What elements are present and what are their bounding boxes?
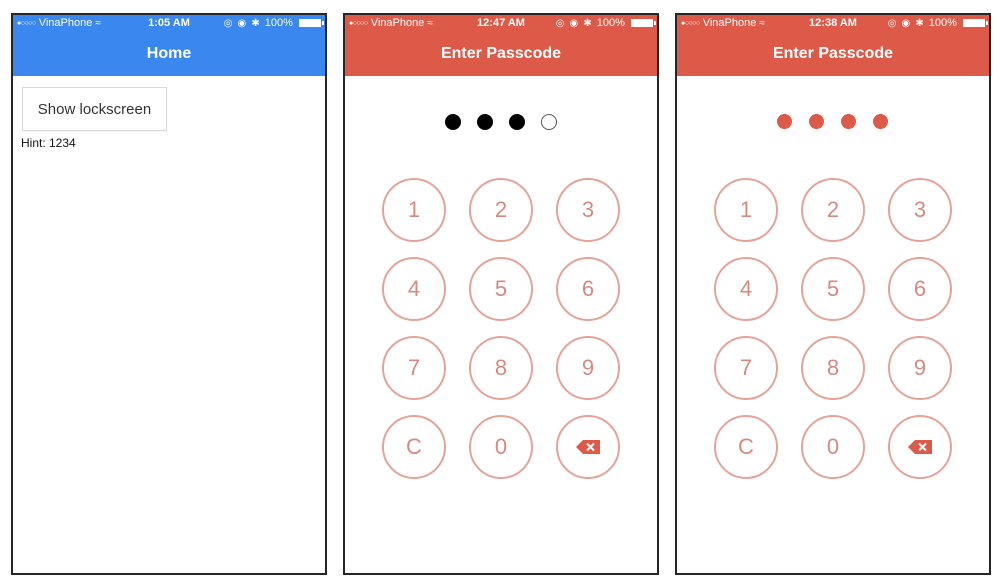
show-lockscreen-button[interactable]: Show lockscreen <box>22 87 167 131</box>
hint-text: Hint: 1234 <box>21 136 76 150</box>
key-0[interactable]: 0 <box>469 415 533 479</box>
key-3[interactable]: 3 <box>556 178 620 242</box>
passcode-dot-filled <box>809 114 824 129</box>
passcode-indicator <box>345 114 657 134</box>
bluetooth-icon: ✱ <box>583 18 592 29</box>
key-9[interactable]: 9 <box>888 336 952 400</box>
key-4[interactable]: 4 <box>382 257 446 321</box>
key-6[interactable]: 6 <box>556 257 620 321</box>
key-1[interactable]: 1 <box>382 178 446 242</box>
bluetooth-icon: ✱ <box>251 18 260 29</box>
clear-key[interactable]: C <box>714 415 778 479</box>
phone-screen-home: ●○○○○ VinaPhone ≈ 1:05 AM ◎ ◉ ✱ 100% Hom… <box>11 13 327 575</box>
key-4[interactable]: 4 <box>714 257 778 321</box>
battery-icon <box>299 19 324 27</box>
phone-screen-passcode-partial: ●○○○○ VinaPhone ≈ 12:47 AM ◎ ◉ ✱ 100% En… <box>343 13 659 575</box>
backspace-key[interactable] <box>556 415 620 479</box>
backspace-icon <box>576 440 600 454</box>
passcode-dot-filled <box>873 114 888 129</box>
passcode-dot-filled <box>477 114 493 130</box>
status-bar: ●○○○○ VinaPhone ≈ 12:47 AM ◎ ◉ ✱ 100% <box>345 15 657 33</box>
key-7[interactable]: 7 <box>382 336 446 400</box>
passcode-dot-filled <box>445 114 461 130</box>
nav-title: Home <box>146 45 192 62</box>
key-8[interactable]: 8 <box>801 336 865 400</box>
key-0[interactable]: 0 <box>801 415 865 479</box>
location-icon: ◎ <box>223 18 233 29</box>
bluetooth-icon: ✱ <box>915 18 924 29</box>
key-8[interactable]: 8 <box>469 336 533 400</box>
backspace-key[interactable] <box>888 415 952 479</box>
key-2[interactable]: 2 <box>801 178 865 242</box>
navbar: ●○○○○ VinaPhone ≈ 1:05 AM ◎ ◉ ✱ 100% Hom… <box>13 15 325 76</box>
nav-title: Enter Passcode <box>440 45 562 62</box>
passcode-indicator <box>677 114 989 134</box>
alarm-icon: ◉ <box>569 18 579 29</box>
status-bar: ●○○○○ VinaPhone ≈ 1:05 AM ◎ ◉ ✱ 100% <box>13 15 325 33</box>
battery-percent: 100% <box>596 17 625 29</box>
alarm-icon: ◉ <box>901 18 911 29</box>
battery-percent: 100% <box>928 17 957 29</box>
backspace-icon <box>908 440 932 454</box>
key-5[interactable]: 5 <box>469 257 533 321</box>
key-1[interactable]: 1 <box>714 178 778 242</box>
battery-icon <box>631 19 656 27</box>
clear-key[interactable]: C <box>382 415 446 479</box>
nav-title: Enter Passcode <box>772 45 894 62</box>
key-6[interactable]: 6 <box>888 257 952 321</box>
key-7[interactable]: 7 <box>714 336 778 400</box>
passcode-dot-empty <box>541 114 557 130</box>
passcode-dot-filled <box>777 114 792 129</box>
alarm-icon: ◉ <box>237 18 247 29</box>
key-5[interactable]: 5 <box>801 257 865 321</box>
battery-icon <box>963 19 988 27</box>
phone-screen-passcode-complete: ●○○○○ VinaPhone ≈ 12:38 AM ◎ ◉ ✱ 100% En… <box>675 13 991 575</box>
key-3[interactable]: 3 <box>888 178 952 242</box>
battery-percent: 100% <box>264 17 293 29</box>
location-icon: ◎ <box>887 18 897 29</box>
key-9[interactable]: 9 <box>556 336 620 400</box>
navbar: ●○○○○ VinaPhone ≈ 12:47 AM ◎ ◉ ✱ 100% En… <box>345 15 657 76</box>
passcode-dot-filled <box>509 114 525 130</box>
location-icon: ◎ <box>555 18 565 29</box>
passcode-dot-filled <box>841 114 856 129</box>
status-bar: ●○○○○ VinaPhone ≈ 12:38 AM ◎ ◉ ✱ 100% <box>677 15 989 33</box>
navbar: ●○○○○ VinaPhone ≈ 12:38 AM ◎ ◉ ✱ 100% En… <box>677 15 989 76</box>
key-2[interactable]: 2 <box>469 178 533 242</box>
